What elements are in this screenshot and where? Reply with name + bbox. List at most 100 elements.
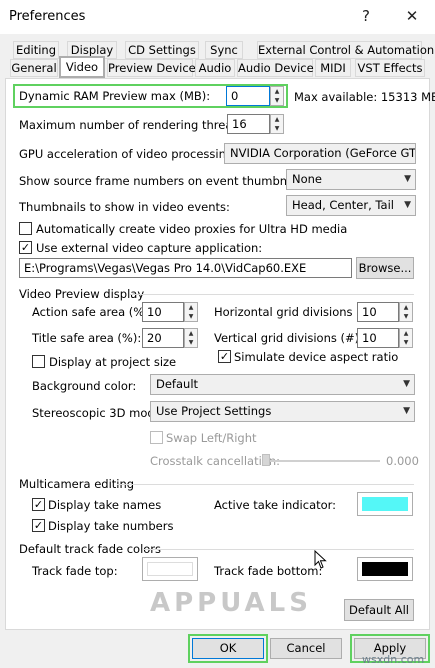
project-size-label: Display at project size xyxy=(49,355,177,369)
checkmark-icon: ✓ xyxy=(33,519,44,532)
fade-bottom-label: Track fade bottom: xyxy=(214,564,323,578)
spin-up-icon[interactable]: ▲ xyxy=(400,329,412,338)
title-safe-label: Title safe area (%): xyxy=(32,331,142,345)
action-safe-label: Action safe area (%): xyxy=(32,305,153,319)
tab-vst-effects[interactable]: VST Effects xyxy=(355,59,425,77)
tab-preview-device[interactable]: Preview Device xyxy=(107,59,196,77)
thumbnails-select[interactable]: Head, Center, Tail ▼ xyxy=(286,195,416,216)
spin-up-icon[interactable]: ▲ xyxy=(185,329,197,338)
tab-video[interactable]: Video xyxy=(59,56,105,78)
bg-color-label: Background color: xyxy=(32,379,137,393)
browse-button[interactable]: Browse... xyxy=(356,257,414,279)
ram-preview-stepper[interactable]: ▲ ▼ xyxy=(270,86,284,106)
spin-up-icon[interactable]: ▲ xyxy=(271,115,283,124)
ok-button[interactable]: OK xyxy=(192,638,264,659)
indicator-color-swatch[interactable] xyxy=(357,492,413,516)
max-available-label: Max available: 15313 MB xyxy=(294,90,435,104)
swap-lr-label: Swap Left/Right xyxy=(166,431,257,445)
project-size-checkbox[interactable] xyxy=(32,355,45,368)
bg-color-value: Default xyxy=(156,377,199,391)
window-title: Preferences xyxy=(9,9,86,24)
ext-capture-label: Use external video capture application: xyxy=(36,241,263,255)
spin-down-icon[interactable]: ▼ xyxy=(271,96,283,105)
spin-down-icon[interactable]: ▼ xyxy=(400,312,412,321)
vgrid-label: Vertical grid divisions (#): xyxy=(214,331,364,345)
help-icon[interactable]: ? xyxy=(351,4,381,28)
tab-sync[interactable]: Sync xyxy=(205,41,243,59)
spin-down-icon[interactable]: ▼ xyxy=(185,312,197,321)
tab-audio-device[interactable]: Audio Device xyxy=(237,59,314,77)
hgrid-label: Horizontal grid divisions (#): xyxy=(214,305,379,319)
crosstalk-slider-track[interactable] xyxy=(262,460,380,462)
aspect-ratio-checkbox[interactable]: ✓ xyxy=(218,350,231,363)
title-safe-input[interactable]: 20 xyxy=(142,328,184,348)
preview-display-title: Video Preview display xyxy=(19,287,145,301)
ram-preview-input[interactable]: 0 xyxy=(226,86,270,106)
frame-numbers-value: None xyxy=(292,172,323,186)
spin-up-icon[interactable]: ▲ xyxy=(271,87,283,96)
threads-stepper[interactable]: ▲ ▼ xyxy=(270,114,284,134)
chevron-down-icon: ▼ xyxy=(404,200,411,210)
checkmark-icon: ✓ xyxy=(219,350,230,363)
tab-editing[interactable]: Editing xyxy=(13,41,59,59)
indicator-label: Active take indicator: xyxy=(214,498,337,512)
checkmark-icon: ✓ xyxy=(20,241,31,254)
stereo-mode-select[interactable]: Use Project Settings ▼ xyxy=(150,401,415,422)
spin-up-icon[interactable]: ▲ xyxy=(400,303,412,312)
watermark-logo: APPUALS xyxy=(150,588,312,618)
action-safe-input[interactable]: 10 xyxy=(142,302,184,322)
default-all-button[interactable]: Default All xyxy=(344,599,414,621)
title-safe-stepper[interactable]: ▲ ▼ xyxy=(184,328,198,348)
fade-top-fill xyxy=(147,562,193,576)
fade-colors-title: Default track fade colors xyxy=(19,542,162,556)
spin-down-icon[interactable]: ▼ xyxy=(185,338,197,347)
cancel-button[interactable]: Cancel xyxy=(270,638,342,659)
frame-numbers-label: Show source frame numbers on event thumb… xyxy=(19,174,328,188)
chevron-down-icon: ▼ xyxy=(404,174,411,184)
vgrid-stepper[interactable]: ▲ ▼ xyxy=(399,328,413,348)
indicator-color-fill xyxy=(362,497,408,511)
hgrid-stepper[interactable]: ▲ ▼ xyxy=(399,302,413,322)
spin-down-icon[interactable]: ▼ xyxy=(271,124,283,133)
checkmark-icon: ✓ xyxy=(33,498,44,511)
hgrid-input[interactable]: 10 xyxy=(357,302,399,322)
ram-preview-label: Dynamic RAM Preview max (MB): xyxy=(19,89,211,103)
tab-audio[interactable]: Audio xyxy=(195,59,235,77)
proxies-checkbox[interactable] xyxy=(19,222,32,235)
take-numbers-checkbox[interactable]: ✓ xyxy=(32,519,45,532)
chevron-down-icon: ▼ xyxy=(403,406,410,416)
tab-general[interactable]: General xyxy=(10,59,58,77)
tab-midi[interactable]: MIDI xyxy=(315,59,351,77)
swap-lr-checkbox[interactable] xyxy=(150,431,163,444)
fade-top-label: Track fade top: xyxy=(32,564,118,578)
fade-bottom-swatch[interactable] xyxy=(357,557,413,581)
capture-path-input[interactable]: E:\Programs\Vegas\Vegas Pro 14.0\VidCap6… xyxy=(19,258,352,278)
tab-external-control[interactable]: External Control & Automation xyxy=(257,41,434,59)
thumbnails-label: Thumbnails to show in video events: xyxy=(19,200,230,214)
gpu-label: GPU acceleration of video processing: xyxy=(19,147,238,161)
close-icon[interactable]: ✕ xyxy=(397,4,427,28)
mouse-cursor-icon xyxy=(314,550,327,569)
proxies-label: Automatically create video proxies for U… xyxy=(36,222,348,236)
spin-down-icon[interactable]: ▼ xyxy=(400,338,412,347)
crosstalk-slider-thumb[interactable] xyxy=(262,454,270,466)
crosstalk-label: Crosstalk cancellation: xyxy=(150,454,280,468)
site-watermark: wsxdn.com xyxy=(362,653,425,666)
stereo-mode-value: Use Project Settings xyxy=(156,404,272,418)
fade-top-swatch[interactable] xyxy=(142,557,198,581)
tab-cd-settings[interactable]: CD Settings xyxy=(125,41,199,59)
divider xyxy=(144,549,414,550)
spin-up-icon[interactable]: ▲ xyxy=(185,303,197,312)
ext-capture-checkbox[interactable]: ✓ xyxy=(19,241,32,254)
stereo-mode-label: Stereoscopic 3D mode: xyxy=(32,406,166,420)
fade-bottom-fill xyxy=(362,562,408,576)
bg-color-select[interactable]: Default ▼ xyxy=(150,374,415,395)
take-names-checkbox[interactable]: ✓ xyxy=(32,498,45,511)
action-safe-stepper[interactable]: ▲ ▼ xyxy=(184,302,198,322)
frame-numbers-select[interactable]: None ▼ xyxy=(286,169,416,190)
threads-label: Maximum number of rendering threads: xyxy=(19,118,250,132)
gpu-select[interactable]: NVIDIA Corporation (GeForce GTX xyxy=(224,143,416,164)
threads-input[interactable]: 16 xyxy=(227,114,270,134)
crosstalk-value: 0.000 xyxy=(386,454,419,468)
vgrid-input[interactable]: 10 xyxy=(357,328,399,348)
